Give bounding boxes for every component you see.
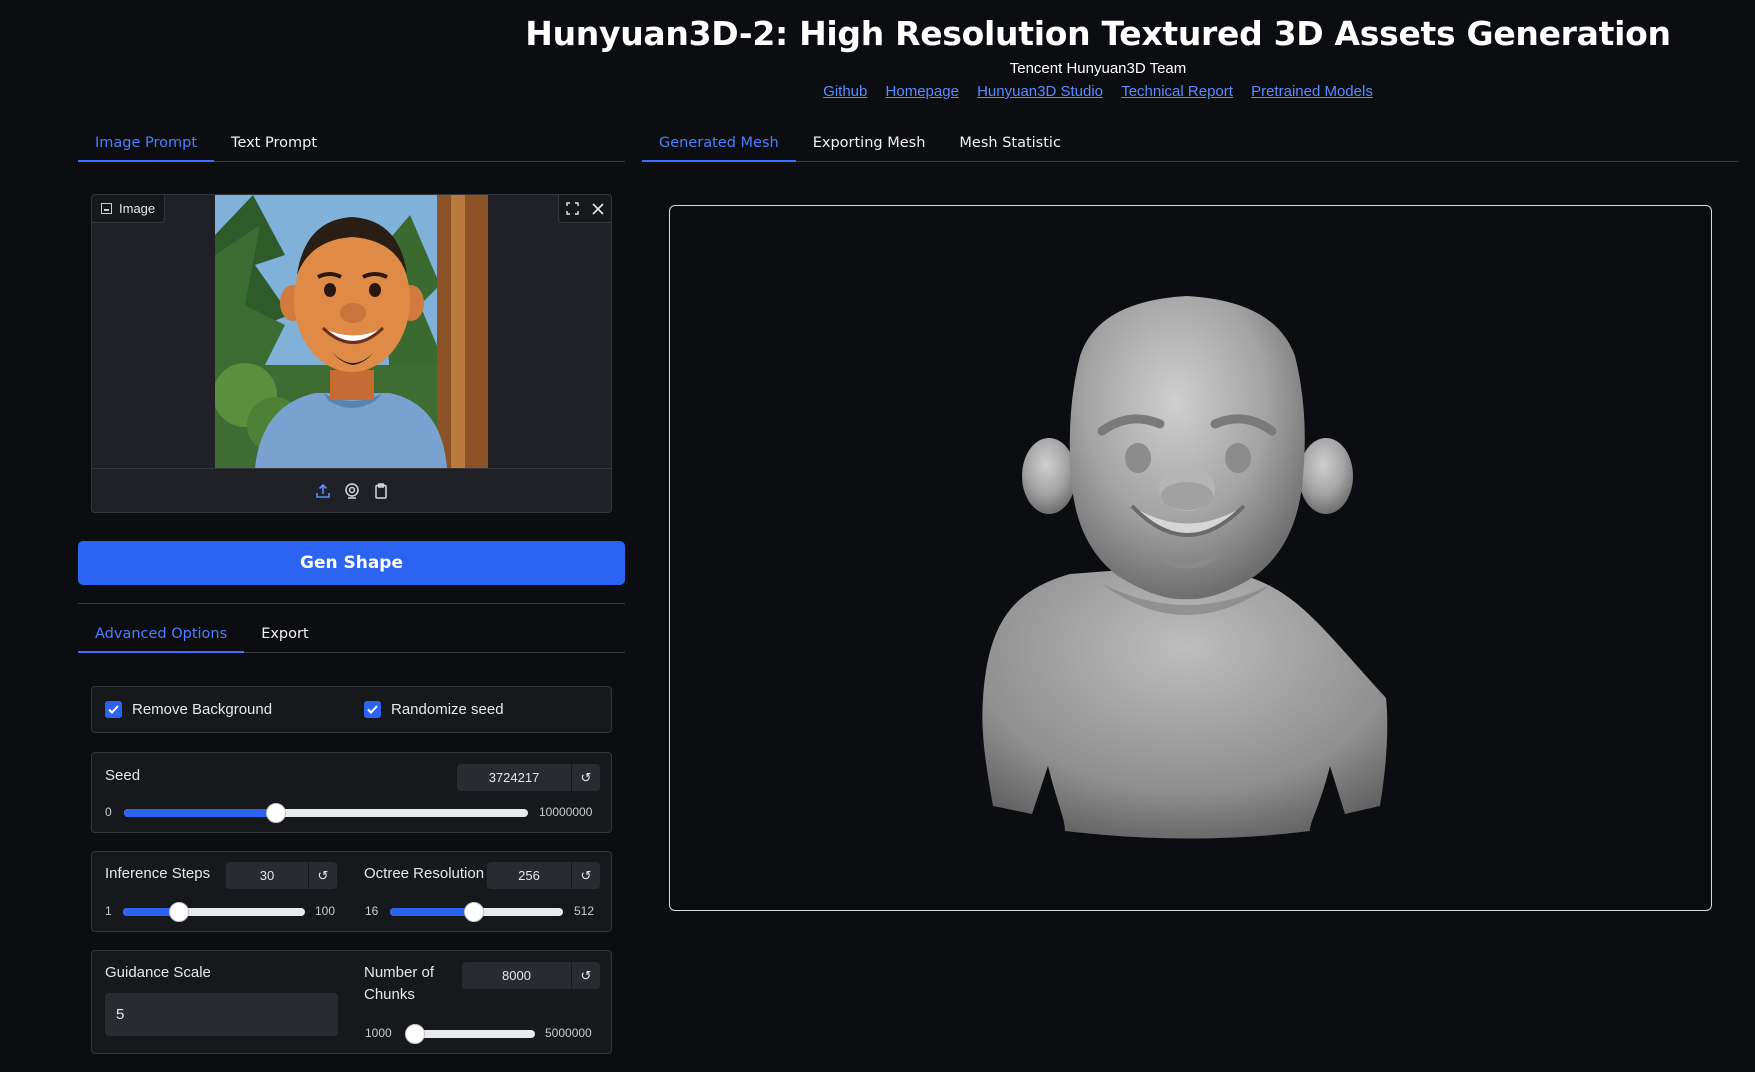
seed-label: Seed [105, 767, 141, 784]
inference-steps-input[interactable] [226, 862, 309, 889]
octree-resolution-reset-icon[interactable]: ↺ [572, 862, 600, 889]
randomize-seed-option[interactable]: Randomize seed [364, 701, 504, 718]
link-pretrained-models[interactable]: Pretrained Models [1251, 83, 1373, 100]
octree-resolution-input[interactable] [487, 862, 572, 889]
webcam-icon[interactable] [343, 482, 361, 500]
image-source-toolbar [92, 468, 611, 512]
page-subtitle: Tencent Hunyuan3D Team [1009, 60, 1187, 77]
guidance-scale-label: Guidance Scale [105, 964, 211, 981]
input-image [215, 195, 488, 468]
clipboard-icon[interactable] [372, 482, 390, 500]
octree-resolution-number: ↺ [487, 862, 600, 889]
fullscreen-icon[interactable] [559, 195, 585, 222]
seed-min: 0 [105, 805, 112, 819]
background-options-card: Remove Background Randomize seed [91, 686, 612, 733]
mesh-tabbar: Generated Mesh Exporting Mesh Mesh Stati… [642, 125, 1738, 162]
page-title: Hunyuan3D-2: High Resolution Textured 3D… [525, 14, 1671, 53]
octree-resolution-label: Octree Resolution [364, 865, 485, 882]
inference-steps-slider-handle[interactable] [169, 902, 189, 922]
link-technical-report[interactable]: Technical Report [1121, 83, 1233, 100]
num-chunks-slider-handle[interactable] [405, 1024, 425, 1044]
tab-mesh-statistic[interactable]: Mesh Statistic [942, 125, 1078, 161]
inference-steps-max: 100 [315, 904, 336, 918]
octree-resolution-max: 512 [574, 904, 595, 918]
tab-text-prompt[interactable]: Text Prompt [214, 125, 334, 161]
tab-exporting-mesh[interactable]: Exporting Mesh [796, 125, 943, 161]
prompt-tabbar: Image Prompt Text Prompt [78, 125, 625, 162]
inference-steps-reset-icon[interactable]: ↺ [309, 862, 337, 889]
octree-resolution-slider[interactable] [390, 902, 563, 922]
seed-max: 10000000 [539, 805, 593, 819]
num-chunks-label: Number of Chunks [364, 964, 435, 1003]
tab-image-prompt[interactable]: Image Prompt [78, 125, 215, 162]
randomize-seed-label: Randomize seed [391, 701, 504, 718]
randomize-seed-checkbox[interactable] [364, 701, 381, 718]
header-links: Github Homepage Hunyuan3D Studio Technic… [0, 83, 1755, 100]
inference-steps-number: ↺ [226, 862, 337, 889]
link-homepage[interactable]: Homepage [886, 83, 959, 100]
remove-background-label: Remove Background [132, 701, 273, 718]
image-panel-controls [558, 195, 611, 223]
gen-shape-button[interactable]: Gen Shape [78, 541, 625, 585]
num-chunks-reset-icon[interactable]: ↺ [572, 962, 600, 989]
num-chunks-slider[interactable] [405, 1024, 535, 1044]
inference-steps-label: Inference Steps [105, 865, 211, 882]
num-chunks-number: ↺ [462, 962, 600, 989]
image-icon [101, 203, 112, 214]
inference-steps-min: 1 [105, 904, 112, 918]
tab-generated-mesh[interactable]: Generated Mesh [642, 125, 796, 162]
num-chunks-input[interactable] [462, 962, 572, 989]
guidance-chunks-card: Guidance Scale Number of Chunks ↺ 1000 5… [91, 950, 612, 1054]
mesh-viewer[interactable] [669, 205, 1712, 911]
remove-background-option[interactable]: Remove Background [105, 701, 272, 718]
close-icon[interactable] [585, 195, 611, 222]
tab-export[interactable]: Export [244, 616, 325, 652]
options-tabbar: Advanced Options Export [78, 616, 625, 653]
image-upload-panel[interactable]: Image [91, 194, 612, 513]
tab-advanced-options[interactable]: Advanced Options [78, 616, 245, 653]
image-label-text: Image [119, 201, 156, 216]
generated-mesh-model [982, 296, 1388, 839]
image-label: Image [92, 195, 166, 223]
octree-resolution-min: 16 [365, 904, 379, 918]
section-divider [78, 603, 625, 604]
remove-background-checkbox[interactable] [105, 701, 122, 718]
link-github[interactable]: Github [823, 83, 867, 100]
link-studio[interactable]: Hunyuan3D Studio [977, 83, 1103, 100]
seed-number: ↺ [457, 764, 600, 791]
num-chunks-max: 5000000 [545, 1026, 592, 1040]
octree-resolution-slider-handle[interactable] [464, 902, 484, 922]
inference-steps-slider[interactable] [123, 902, 305, 922]
seed-card: Seed ↺ 0 10000000 [91, 752, 612, 833]
seed-slider-handle[interactable] [266, 803, 286, 823]
upload-icon[interactable] [314, 482, 332, 500]
guidance-scale-input[interactable] [105, 993, 338, 1036]
seed-slider[interactable] [124, 803, 528, 823]
seed-reset-icon[interactable]: ↺ [572, 764, 600, 791]
steps-octree-card: Inference Steps ↺ 1 100 Octree Resolutio… [91, 851, 612, 932]
num-chunks-min: 1000 [365, 1026, 392, 1040]
seed-input[interactable] [457, 764, 572, 791]
